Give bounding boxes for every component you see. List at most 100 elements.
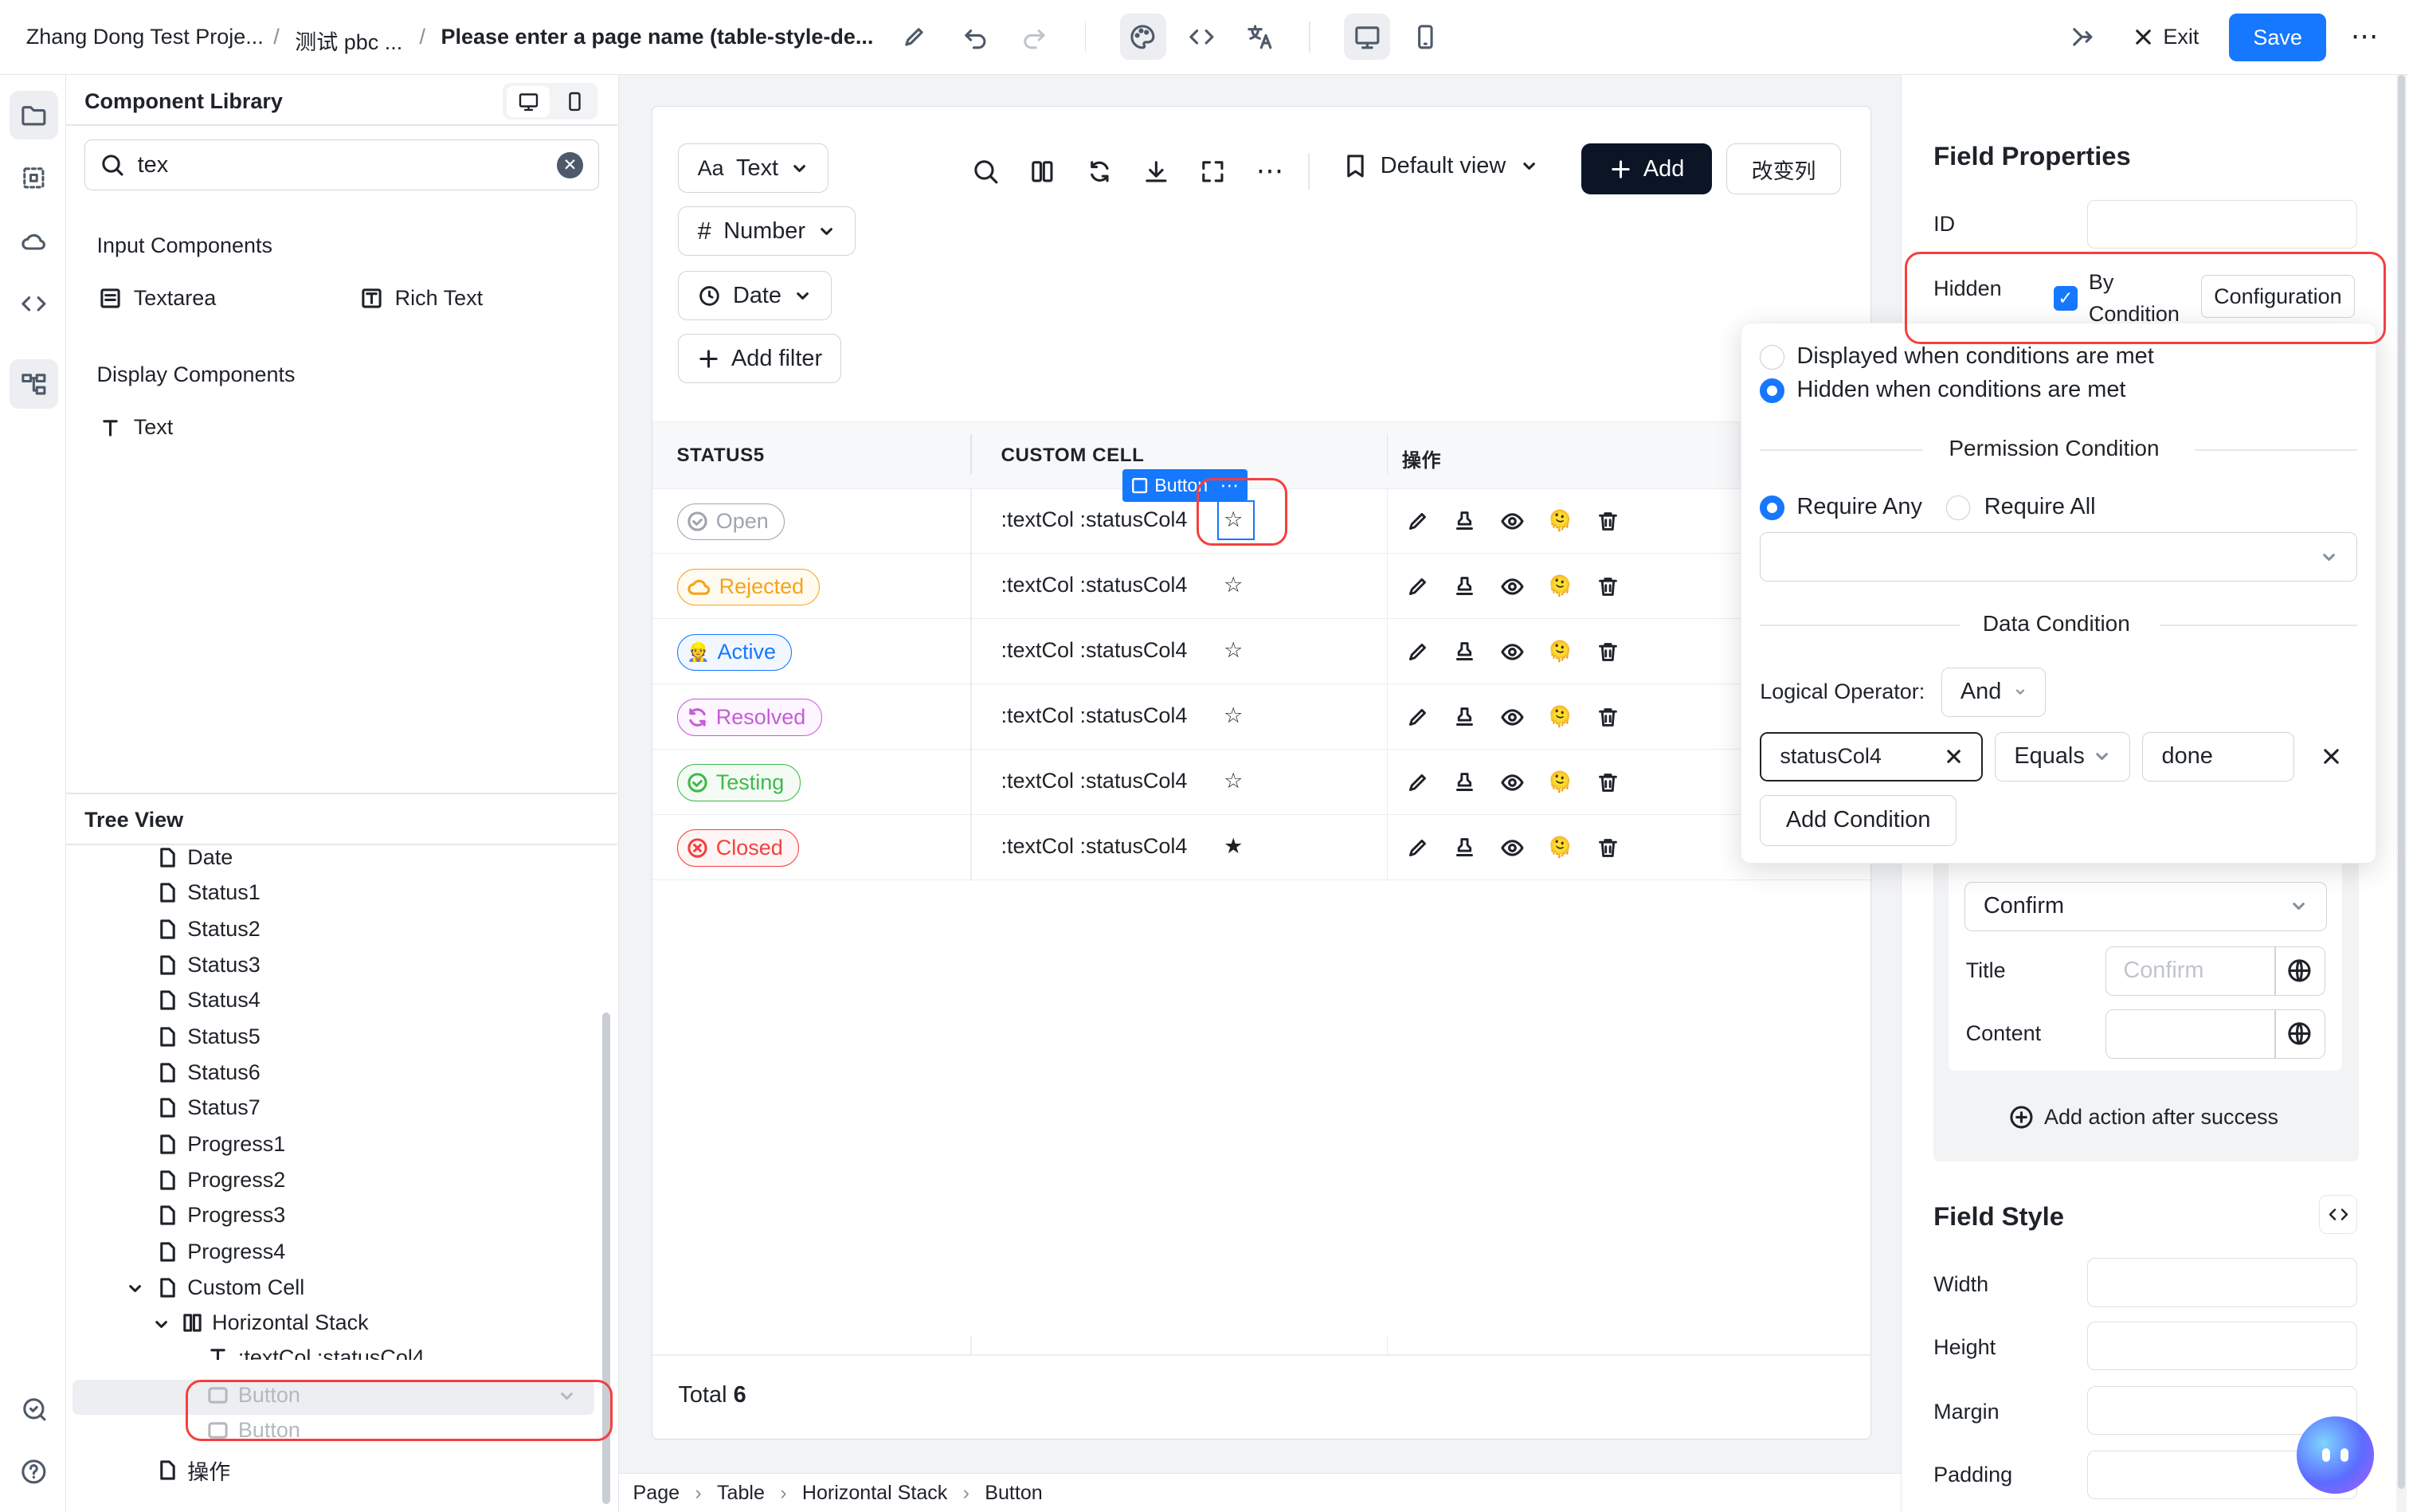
condition-field-select[interactable]: statusCol4	[1760, 731, 1983, 781]
tree-item[interactable]: Status6	[157, 1060, 260, 1085]
tree-item[interactable]: :textCol :statusCol4	[207, 1346, 425, 1360]
column-header-actions[interactable]: 操作	[1402, 445, 1441, 472]
stamp-icon[interactable]	[1451, 703, 1479, 731]
breadcrumb-app[interactable]: 测试 pbc ...	[295, 25, 402, 56]
view-icon[interactable]	[1498, 769, 1526, 797]
exit-button[interactable]: Exit	[2133, 25, 2199, 49]
view-selector[interactable]: Default view	[1344, 153, 1538, 179]
cloud-icon[interactable]	[10, 217, 59, 266]
breadcrumb-item[interactable]: Button	[985, 1482, 1042, 1505]
require-all-radio[interactable]	[1945, 495, 1971, 520]
star-icon[interactable]: ☆	[1224, 703, 1243, 728]
tree-item[interactable]: 操作	[157, 1455, 230, 1486]
table-row[interactable]: 👷 Active:textCol :statusCol4 ☆ 🫠	[652, 620, 1870, 685]
delete-icon[interactable]	[1594, 769, 1622, 797]
component-select-icon[interactable]	[10, 154, 59, 203]
theme-palette-icon[interactable]	[1119, 14, 1166, 61]
require-any-radio[interactable]	[1760, 495, 1785, 520]
remove-condition-icon[interactable]	[2321, 746, 2342, 767]
tree-item[interactable]: Custom Cell	[157, 1275, 304, 1300]
column-header-status5[interactable]: STATUS5	[677, 445, 765, 467]
table-component[interactable]: Aa Text # Number Date Add filter ⋯ Defau…	[651, 106, 1871, 1440]
tree-item[interactable]: Status2	[157, 917, 260, 942]
edit-icon[interactable]	[891, 14, 938, 60]
delete-icon[interactable]	[1594, 638, 1622, 666]
view-icon[interactable]	[1498, 507, 1526, 535]
breadcrumb-item[interactable]: Horizontal Stack	[802, 1482, 947, 1505]
view-icon[interactable]	[1498, 703, 1526, 731]
star-icon[interactable]: ★	[1224, 834, 1243, 859]
stamp-icon[interactable]	[1451, 638, 1479, 666]
table-row[interactable]: Resolved:textCol :statusCol4 ☆ 🫠	[652, 685, 1870, 750]
width-input[interactable]	[2086, 1258, 2358, 1308]
confirm-type-select[interactable]: Confirm	[1964, 881, 2327, 931]
download-icon[interactable]	[1138, 153, 1174, 190]
stamp-icon[interactable]	[1451, 573, 1479, 601]
emoji-icon[interactable]: 🫠	[1546, 573, 1574, 601]
add-filter-button[interactable]: Add filter	[678, 334, 842, 384]
code-icon[interactable]	[2319, 1195, 2358, 1234]
tree-item[interactable]: Horizontal Stack	[182, 1310, 369, 1335]
view-icon[interactable]	[1498, 638, 1526, 666]
code-icon[interactable]	[10, 280, 59, 329]
logical-operator-select[interactable]: And	[1941, 667, 2046, 717]
tree-item[interactable]: Status4	[157, 988, 260, 1013]
table-row[interactable]: Closed:textCol :statusCol4 ★ 🫠	[652, 816, 1870, 881]
delete-icon[interactable]	[1594, 573, 1622, 601]
tree-item[interactable]: Date	[157, 845, 233, 870]
search-check-icon[interactable]	[10, 1385, 59, 1434]
edit-icon[interactable]	[1404, 507, 1432, 535]
filter-text[interactable]: Aa Text	[678, 143, 828, 194]
edit-icon[interactable]	[1404, 834, 1432, 862]
stamp-icon[interactable]	[1451, 834, 1479, 862]
folder-icon[interactable]	[9, 90, 59, 140]
columns-icon[interactable]	[1024, 153, 1060, 190]
table-row[interactable]: Rejected:textCol :statusCol4 ☆ 🫠	[652, 554, 1870, 620]
star-icon[interactable]: ☆	[1224, 573, 1243, 597]
tree-structure-icon[interactable]	[9, 359, 59, 409]
desktop-view-icon[interactable]	[1344, 14, 1391, 61]
redo-icon[interactable]	[1011, 14, 1057, 60]
globe-icon[interactable]	[2287, 958, 2312, 983]
breadcrumb-item[interactable]: Page	[633, 1482, 680, 1505]
delete-icon[interactable]	[1594, 834, 1622, 862]
height-input[interactable]	[2086, 1321, 2358, 1371]
chevron-down-icon[interactable]	[126, 1279, 144, 1298]
condition-value-input[interactable]: done	[2142, 731, 2295, 781]
tree-item[interactable]: Status5	[157, 1024, 260, 1049]
id-input[interactable]	[2086, 199, 2358, 249]
clear-icon[interactable]: ✕	[557, 151, 583, 178]
tree-item[interactable]: Status1	[157, 880, 260, 905]
edit-icon[interactable]	[1404, 769, 1432, 797]
star-icon[interactable]: ☆	[1224, 638, 1243, 663]
breadcrumb-item[interactable]: Table	[717, 1482, 765, 1505]
table-row[interactable]: Testing:textCol :statusCol4 ☆ 🫠	[652, 750, 1870, 816]
more-icon[interactable]: ⋯	[1252, 153, 1288, 190]
condition-operator-select[interactable]: Equals	[1995, 731, 2130, 781]
displayed-option-label[interactable]: Displayed when conditions are met	[1796, 343, 2153, 370]
emoji-icon[interactable]: 🫠	[1546, 769, 1574, 797]
help-icon[interactable]	[10, 1447, 59, 1497]
edit-icon[interactable]	[1404, 638, 1432, 666]
tree-item[interactable]: Status7	[157, 1095, 260, 1120]
assistant-bot-icon[interactable]	[2297, 1416, 2374, 1494]
share-icon[interactable]	[2058, 14, 2105, 60]
breadcrumb-project[interactable]: Zhang Dong Test Proje...	[26, 25, 264, 49]
tree-item[interactable]: Progress3	[157, 1203, 285, 1228]
translate-icon[interactable]	[1236, 14, 1283, 60]
component-rich-text[interactable]: Rich Text	[361, 286, 483, 311]
refresh-icon[interactable]	[1081, 153, 1118, 190]
mobile-icon[interactable]	[554, 86, 594, 117]
clear-icon[interactable]	[1945, 747, 1963, 766]
require-any-label[interactable]: Require Any	[1796, 494, 1921, 520]
add-condition-button[interactable]: Add Condition	[1760, 795, 1957, 846]
hidden-option-label[interactable]: Hidden when conditions are met	[1796, 377, 2125, 403]
stamp-icon[interactable]	[1451, 769, 1479, 797]
view-icon[interactable]	[1498, 573, 1526, 601]
add-record-button[interactable]: Add	[1581, 143, 1713, 194]
search-input[interactable]: tex ✕	[84, 139, 600, 191]
displayed-radio[interactable]	[1760, 344, 1785, 370]
delete-icon[interactable]	[1594, 507, 1622, 535]
edit-icon[interactable]	[1404, 573, 1432, 601]
tree-item[interactable]: Status3	[157, 953, 260, 977]
